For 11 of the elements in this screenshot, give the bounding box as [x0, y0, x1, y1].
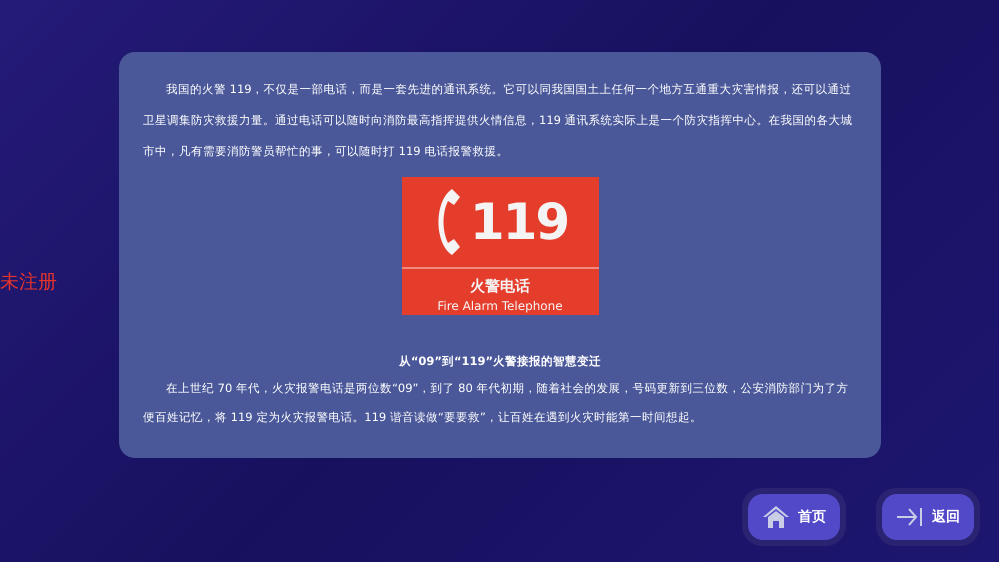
section-heading: 从“09”到“119”火警接报的智慧变迁 [398, 353, 602, 370]
home-icon [762, 505, 790, 529]
exit-arrow-icon [896, 506, 924, 528]
sign-title: 火警电话 [470, 276, 530, 296]
home-button[interactable]: 首页 [748, 494, 840, 540]
paragraph: 我国的火警 119，不仅是一部电话，而是一套先进的通讯系统。它可以同我国国土上任何一个地方互通重大灾害情报，还可以通过卫星调集防灾救援力量。通过电话可以随时向消防最高指挥提供火情信息，119 通讯系统实际上是一个防灾指挥中心。在我国的各大城市中，凡有需要消防警员帮忙的事，可以随时打 119 电话报警救援。 [143, 81, 854, 160]
paragraph: 在上世纪 70 年代，火灾报警电话是两位数“09”，到了 80 年代初期，随着社会的发展，号码更新到三位数，公安消防部门为了方便百姓记忆，将 119 定为火灾报警电话。119 谐音读做“要要救”，让百姓在遇到火灾时能第一时间想起。 [143, 380, 850, 426]
sign-number: 119 [470, 196, 568, 247]
back-button[interactable]: 返回 [882, 494, 974, 540]
sign-subtitle: Fire Alarm Telephone [437, 298, 563, 315]
unregistered-label: 未注册 [0, 270, 57, 295]
